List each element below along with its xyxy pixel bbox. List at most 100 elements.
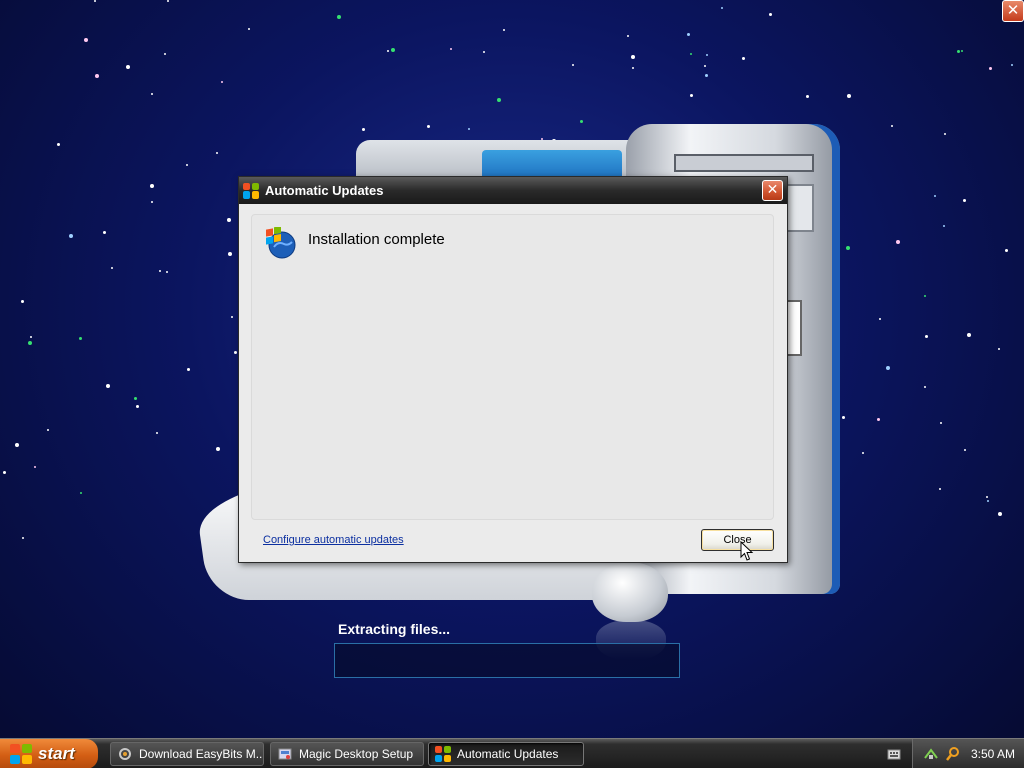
keyboard-layout-icon[interactable] (887, 747, 901, 761)
installation-status-text: Installation complete (308, 231, 445, 248)
star (687, 33, 690, 36)
star (631, 55, 635, 59)
star (126, 65, 130, 69)
star (944, 133, 946, 135)
star (963, 199, 966, 202)
star (231, 316, 233, 318)
star (248, 28, 250, 30)
star (896, 240, 900, 244)
status-panel: Installation complete (251, 214, 774, 520)
star (103, 231, 106, 234)
wallpaper-mouse (592, 562, 668, 622)
star (391, 48, 395, 52)
star (690, 53, 692, 55)
star (187, 368, 190, 371)
star (940, 422, 942, 424)
star (705, 74, 708, 77)
start-label: start (38, 744, 75, 763)
taskbar-item-label: Download EasyBits M... (139, 747, 264, 761)
star (742, 57, 745, 60)
system-tray: 3:50 AM (912, 739, 1024, 768)
windows-logo-icon (10, 744, 32, 764)
star (22, 537, 24, 539)
star (877, 418, 880, 421)
star (47, 429, 49, 431)
star (151, 201, 153, 203)
setup-close-icon[interactable]: ✕ (1002, 0, 1024, 22)
setup-icon (278, 748, 292, 760)
star (21, 300, 24, 303)
star (427, 125, 430, 128)
star (967, 333, 971, 337)
star (94, 0, 96, 2)
configure-automatic-updates-link[interactable]: Configure automatic updates (263, 534, 404, 546)
taskbar-item-automatic-updates[interactable]: Automatic Updates (428, 742, 584, 766)
windows-update-globe-icon (266, 227, 296, 259)
star (497, 98, 501, 102)
star (580, 120, 583, 123)
extracting-label: Extracting files... (338, 621, 451, 637)
star (998, 512, 1002, 516)
star (79, 337, 82, 340)
star (989, 67, 992, 70)
star (106, 384, 110, 388)
star (468, 128, 470, 130)
star (806, 95, 809, 98)
dialog-client-area: Installation complete Configure automati… (239, 204, 787, 562)
star (34, 466, 36, 468)
star (3, 471, 6, 474)
star (150, 184, 154, 188)
star (986, 496, 988, 498)
star (228, 252, 232, 256)
taskbar: start Download EasyBits M... Magic Deskt… (0, 738, 1024, 768)
close-button[interactable]: Close (701, 529, 774, 551)
taskbar-item-label: Magic Desktop Setup (299, 747, 414, 761)
star (572, 64, 574, 66)
star (862, 452, 864, 454)
clock[interactable]: 3:50 AM (971, 747, 1015, 761)
star (227, 218, 231, 222)
star (387, 50, 389, 52)
star (924, 295, 926, 297)
star (216, 152, 218, 154)
star (166, 271, 168, 273)
star (15, 443, 19, 447)
automatic-updates-dialog: Automatic Updates ✕ Installation complet… (238, 176, 788, 563)
star (156, 432, 158, 434)
star (886, 366, 890, 370)
star (151, 93, 153, 95)
windows-update-icon (243, 182, 259, 199)
star (842, 416, 845, 419)
star (987, 500, 989, 502)
star (216, 447, 220, 451)
star (95, 74, 99, 78)
dialog-titlebar[interactable]: Automatic Updates ✕ (239, 177, 787, 204)
star (1005, 249, 1008, 252)
star (234, 351, 237, 354)
dialog-close-icon[interactable]: ✕ (762, 180, 783, 201)
windows-update-icon (435, 746, 451, 762)
star (28, 341, 32, 345)
search-icon[interactable] (945, 746, 961, 762)
star (111, 267, 113, 269)
star (924, 386, 926, 388)
star (362, 128, 365, 131)
star (80, 492, 82, 494)
star (69, 234, 73, 238)
start-button[interactable]: start (0, 739, 98, 768)
taskbar-item-download-easybits[interactable]: Download EasyBits M... (110, 742, 264, 766)
dialog-title: Automatic Updates (265, 183, 384, 198)
network-icon[interactable] (923, 746, 939, 762)
mouse-cursor-icon (740, 541, 754, 561)
star (30, 336, 32, 338)
star (503, 29, 505, 31)
taskbar-item-label: Automatic Updates (457, 747, 559, 761)
star (450, 48, 452, 50)
star (690, 94, 693, 97)
star (891, 125, 893, 127)
star (337, 15, 341, 19)
star (964, 449, 966, 451)
star (925, 335, 928, 338)
star (846, 246, 850, 250)
taskbar-item-magic-desktop-setup[interactable]: Magic Desktop Setup (270, 742, 424, 766)
